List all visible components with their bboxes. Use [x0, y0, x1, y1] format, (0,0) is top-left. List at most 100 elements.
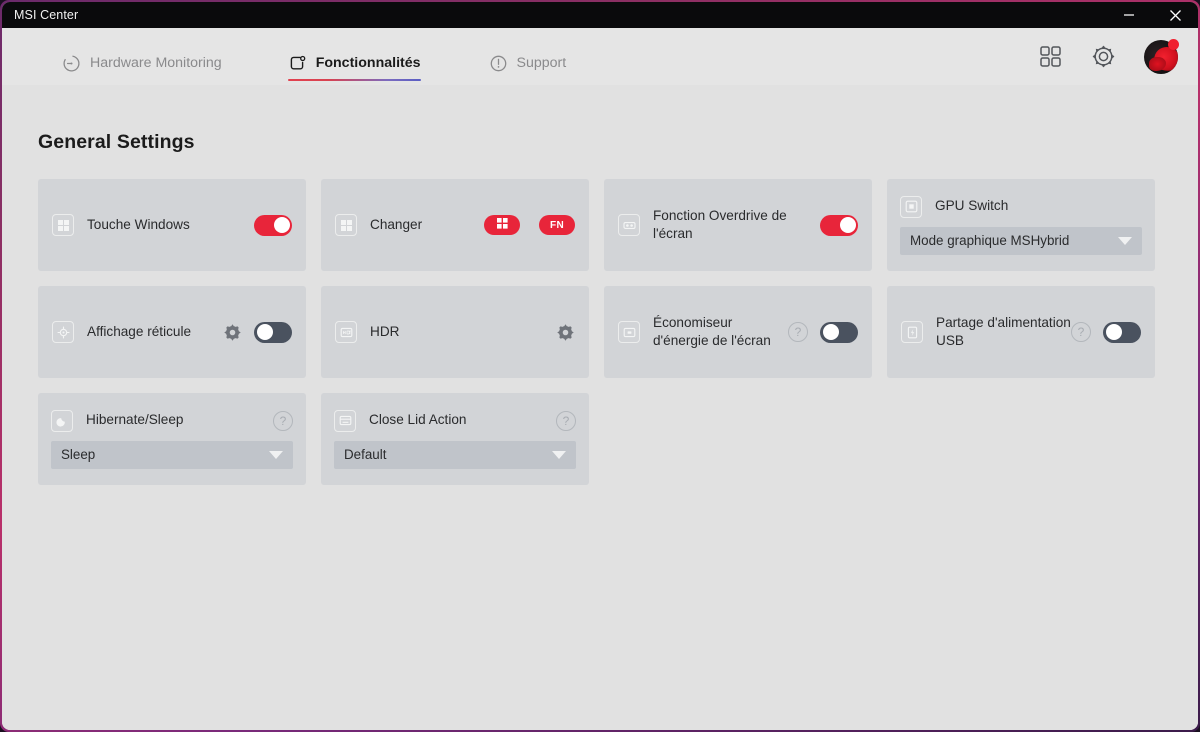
gear-icon[interactable]	[223, 323, 242, 342]
dropdown-value: Sleep	[61, 447, 269, 462]
overdrive-icon	[618, 214, 640, 236]
chevron-down-icon	[1118, 237, 1132, 245]
card-label: Économiseur d'énergie de l'écran	[653, 314, 788, 350]
help-icon[interactable]: ?	[1071, 322, 1091, 342]
card-label: Touche Windows	[87, 216, 190, 234]
card-label: Affichage réticule	[87, 323, 191, 341]
window-inner: MSI Center Hardware Monitoring	[2, 2, 1198, 730]
pill-fn-key[interactable]: FN	[539, 215, 575, 235]
tab-support[interactable]: Support	[489, 28, 567, 85]
screen-icon	[618, 321, 640, 343]
setting-card-changer[interactable]: Changer FN	[321, 179, 589, 271]
help-icon[interactable]: ?	[273, 411, 293, 431]
tab-hardware-monitoring[interactable]: Hardware Monitoring	[62, 28, 222, 85]
toggle-economiseur-energie[interactable]	[820, 322, 858, 343]
windows-logo-icon	[497, 218, 508, 232]
close-button[interactable]	[1152, 2, 1198, 28]
nav-tabs: Hardware Monitoring Fonctionnalités	[2, 28, 566, 85]
setting-card-partage-alimentation-usb[interactable]: Partage d'alimentation USB ?	[887, 286, 1155, 378]
feature-square-icon	[288, 54, 307, 73]
tab-label: Support	[517, 55, 567, 71]
alert-circle-icon	[489, 54, 508, 73]
card-header: Hibernate/Sleep ?	[51, 410, 293, 432]
content-area: General Settings Touche Windows	[2, 85, 1198, 730]
card-label: Partage d'alimentation USB	[936, 314, 1071, 350]
tab-label: Hardware Monitoring	[90, 55, 222, 71]
toggle-knob	[257, 324, 273, 340]
tab-label: Fonctionnalités	[316, 55, 421, 71]
card-right: ?	[1071, 322, 1141, 343]
page-title: General Settings	[38, 85, 1162, 154]
card-left: Changer	[335, 214, 484, 236]
app-title: MSI Center	[14, 8, 78, 22]
dropdown-hibernate-sleep[interactable]: Sleep	[51, 441, 293, 469]
bolt-icon	[901, 321, 923, 343]
card-right: ?	[788, 322, 858, 343]
card-right	[556, 323, 575, 342]
help-icon[interactable]: ?	[556, 411, 576, 431]
card-label: Close Lid Action	[369, 411, 543, 429]
card-label: Changer	[370, 216, 422, 234]
toggle-knob	[840, 217, 856, 233]
active-tab-indicator	[288, 79, 421, 82]
card-left: Fonction Overdrive de l'écran	[618, 207, 820, 243]
gear-icon[interactable]	[556, 323, 575, 342]
help-icon[interactable]: ?	[788, 322, 808, 342]
dropdown-value: Mode graphique MSHybrid	[910, 233, 1118, 248]
toggle-fonction-overdrive[interactable]	[820, 215, 858, 236]
card-right: FN	[484, 215, 575, 235]
chevron-down-icon	[269, 451, 283, 459]
laptop-lid-icon	[334, 410, 356, 432]
card-left: HDR	[335, 321, 556, 343]
dropdown-close-lid-action[interactable]: Default	[334, 441, 576, 469]
card-left: Affichage réticule	[52, 321, 223, 343]
card-header: Close Lid Action ?	[334, 410, 576, 432]
toggle-knob	[823, 324, 839, 340]
card-left: Partage d'alimentation USB	[901, 314, 1071, 350]
chevron-down-icon	[552, 451, 566, 459]
toggle-knob	[1106, 324, 1122, 340]
notification-dot	[1168, 39, 1179, 50]
card-right	[254, 215, 292, 236]
card-right	[223, 322, 292, 343]
main-nav: Hardware Monitoring Fonctionnalités	[2, 28, 1198, 85]
crosshair-icon	[52, 321, 74, 343]
gauge-icon	[62, 54, 81, 73]
card-label: Fonction Overdrive de l'écran	[653, 207, 803, 243]
moon-icon	[51, 410, 73, 432]
setting-card-fonction-overdrive[interactable]: Fonction Overdrive de l'écran	[604, 179, 872, 271]
windows-key-icon	[335, 214, 357, 236]
setting-card-gpu-switch[interactable]: GPU Switch Mode graphique MSHybrid	[887, 179, 1155, 271]
dropdown-value: Default	[344, 447, 552, 462]
windows-key-icon	[52, 214, 74, 236]
setting-card-affichage-reticule[interactable]: Affichage réticule	[38, 286, 306, 378]
tab-fonctionnalites[interactable]: Fonctionnalités	[288, 28, 421, 85]
setting-card-close-lid-action[interactable]: Close Lid Action ? Default	[321, 393, 589, 485]
card-left: Économiseur d'énergie de l'écran	[618, 314, 788, 350]
card-label: GPU Switch	[935, 197, 1142, 215]
card-right	[820, 215, 858, 236]
pill-windows-key[interactable]	[484, 215, 520, 235]
title-bar: MSI Center	[2, 2, 1198, 28]
toggle-affichage-reticule[interactable]	[254, 322, 292, 343]
dropdown-gpu-switch[interactable]: Mode graphique MSHybrid	[900, 227, 1142, 255]
toggle-knob	[274, 217, 290, 233]
setting-card-hibernate-sleep[interactable]: Hibernate/Sleep ? Sleep	[38, 393, 306, 485]
card-left: Touche Windows	[52, 214, 254, 236]
nav-right-controls	[1038, 28, 1178, 85]
card-label: HDR	[370, 323, 399, 341]
toggle-partage-alimentation-usb[interactable]	[1103, 322, 1141, 343]
setting-card-hdr[interactable]: HDR	[321, 286, 589, 378]
hdr-icon	[335, 321, 357, 343]
toggle-touche-windows[interactable]	[254, 215, 292, 236]
setting-card-touche-windows[interactable]: Touche Windows	[38, 179, 306, 271]
gear-icon[interactable]	[1090, 43, 1117, 70]
card-header: GPU Switch	[900, 196, 1142, 218]
setting-card-economiseur-energie[interactable]: Économiseur d'énergie de l'écran ?	[604, 286, 872, 378]
app-window: MSI Center Hardware Monitoring	[0, 0, 1200, 732]
grid-icon[interactable]	[1038, 44, 1063, 69]
user-avatar[interactable]	[1144, 40, 1178, 74]
minimize-button[interactable]	[1106, 2, 1152, 28]
gpu-icon	[900, 196, 922, 218]
card-label: Hibernate/Sleep	[86, 411, 260, 429]
